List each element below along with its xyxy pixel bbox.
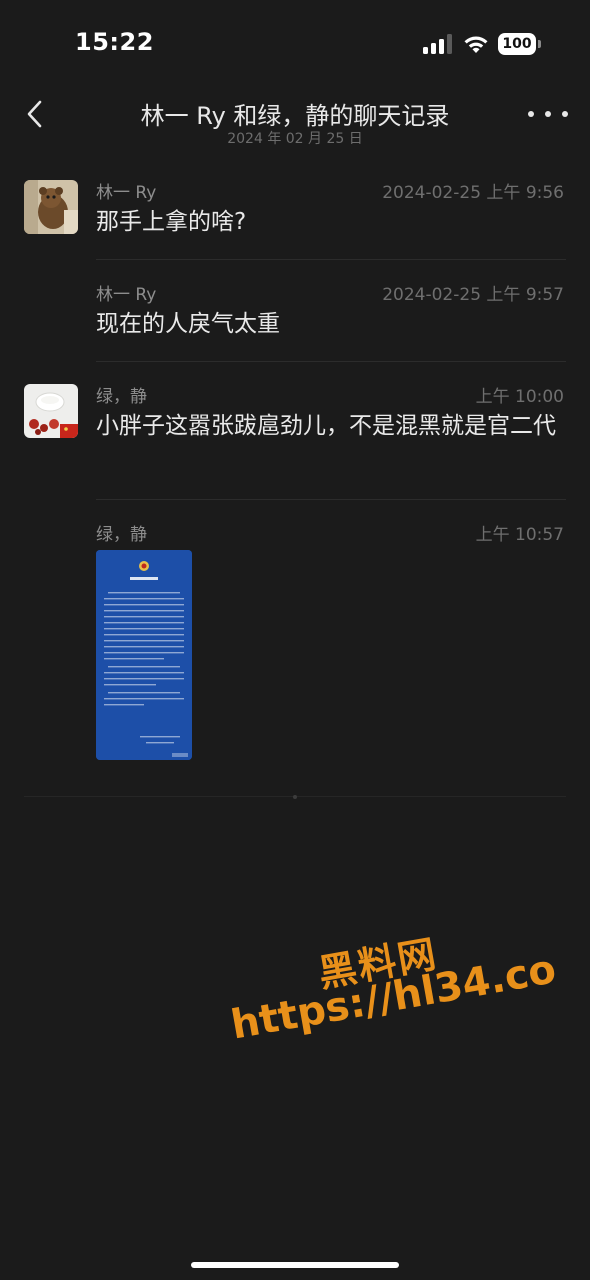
chat-message[interactable]: 绿，静 上午 10:57 — [0, 518, 590, 548]
police-notice-thumbnail — [96, 550, 192, 760]
message-sender: 绿，静 — [96, 387, 147, 407]
more-dots-icon — [528, 111, 534, 117]
message-time: 上午 10:00 — [475, 387, 564, 407]
message-text: 现在的人戾气太重 — [96, 311, 280, 337]
chevron-left-icon — [27, 100, 42, 128]
avatar[interactable] — [24, 384, 78, 438]
message-sender: 绿，静 — [96, 525, 147, 545]
status-bar: 15:22 100 — [0, 0, 590, 88]
message-sender: 林一 Ry — [96, 183, 157, 203]
message-time: 2024-02-25 上午 9:56 — [382, 183, 564, 203]
more-dots-icon — [545, 111, 551, 117]
chat-message[interactable]: 林一 Ry 2024-02-25 上午 9:57 现在的人戾气太重 — [0, 278, 590, 362]
teacup-avatar-icon — [24, 384, 78, 438]
message-sender: 林一 Ry — [96, 285, 157, 305]
page-title: 林一 Ry 和绿，静的聊天记录 — [140, 102, 450, 130]
wifi-icon — [464, 36, 488, 53]
teddy-bear-avatar-icon — [24, 180, 78, 234]
police-notice-image[interactable] — [96, 550, 192, 760]
battery-nub — [538, 40, 541, 48]
scroll-indicator — [293, 795, 297, 799]
nav-header: 林一 Ry 和绿，静的聊天记录 2024 年 02 月 25 日 — [0, 88, 590, 160]
message-time: 2024-02-25 上午 9:57 — [382, 285, 564, 305]
divider — [96, 499, 566, 500]
divider — [96, 361, 566, 362]
back-button[interactable] — [16, 96, 52, 132]
avatar[interactable] — [24, 180, 78, 234]
battery-level: 100 — [502, 36, 532, 52]
chat-message[interactable]: 绿，静 上午 10:00 小胖子这嚣张跋扈劲儿，不是混黑就是官二代 — [0, 380, 590, 501]
cellular-signal-icon — [423, 34, 452, 54]
watermark: 黑料网 https://hl34.co — [220, 904, 560, 1068]
battery-indicator: 100 — [498, 33, 536, 55]
message-time: 上午 10:57 — [475, 525, 564, 545]
more-dots-icon — [562, 111, 568, 117]
divider — [96, 259, 566, 260]
message-text: 那手上拿的啥? — [96, 209, 247, 235]
message-text: 小胖子这嚣张跋扈劲儿，不是混黑就是官二代 — [96, 413, 556, 439]
page-subtitle: 2024 年 02 月 25 日 — [227, 131, 363, 147]
status-time: 15:22 — [75, 28, 154, 56]
home-indicator[interactable] — [191, 1262, 399, 1268]
more-options-button[interactable] — [528, 102, 568, 126]
chat-message[interactable]: 林一 Ry 2024-02-25 上午 9:56 那手上拿的啥? — [0, 176, 590, 260]
